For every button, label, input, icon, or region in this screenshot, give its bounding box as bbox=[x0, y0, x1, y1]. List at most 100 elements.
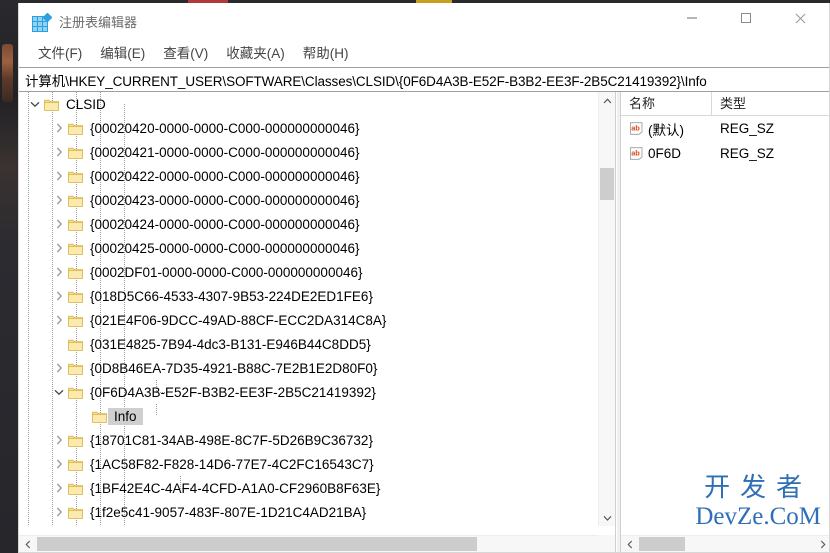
chevron-right-icon[interactable] bbox=[51, 308, 67, 332]
tree-item[interactable]: CLSID bbox=[19, 92, 597, 116]
chevron-down-icon[interactable] bbox=[51, 380, 67, 404]
string-value-icon: ab bbox=[629, 147, 644, 160]
tree-item[interactable]: {1BF42E4C-4AF4-4CFD-A1A0-CF2960B8F63E} bbox=[19, 476, 597, 500]
tree-item[interactable]: {00020424-0000-0000-C000-000000000046} bbox=[19, 212, 597, 236]
value-type-cell: REG_SZ bbox=[720, 146, 775, 161]
tree-item-label: {0002DF01-0000-0000-C000-000000000046} bbox=[90, 264, 363, 280]
tree-twisty-placeholder bbox=[75, 404, 91, 428]
scroll-down-icon[interactable] bbox=[599, 509, 615, 526]
tree-item[interactable]: {0002DF01-0000-0000-C000-000000000046} bbox=[19, 260, 597, 284]
column-header-type[interactable]: 类型 bbox=[711, 92, 829, 115]
chevron-right-icon[interactable] bbox=[51, 164, 67, 188]
values-horizontal-scrollbar[interactable] bbox=[621, 535, 829, 552]
tree-item[interactable]: {031E4825-7B94-4dc3-B131-E946B44C8DD5} bbox=[19, 332, 597, 356]
chevron-right-icon[interactable] bbox=[51, 356, 67, 380]
tree-item[interactable]: {1AC58F82-F828-14D6-77E7-4C2FC16543C7} bbox=[19, 452, 597, 476]
chevron-right-icon[interactable] bbox=[51, 500, 67, 524]
folder-icon bbox=[91, 404, 108, 428]
tree-vertical-scrollbar[interactable] bbox=[598, 92, 615, 526]
values-scroll-left-icon[interactable] bbox=[621, 536, 638, 552]
registry-tree[interactable]: CLSID {00020420-0000-0000-C000-0000000000… bbox=[19, 92, 597, 526]
values-scroll-right-icon[interactable] bbox=[814, 536, 829, 552]
tree-item-label: {1f2e5c41-9057-483F-807E-1D21C4AD21BA} bbox=[90, 504, 367, 520]
tree-item-label: {00020423-0000-0000-C000-000000000046} bbox=[90, 192, 360, 208]
tree-rows-container: CLSID {00020420-0000-0000-C000-0000000000… bbox=[19, 92, 597, 526]
values-list-rows: ab (默认) REG_SZab 0F6D REG_SZ bbox=[621, 116, 829, 166]
tree-item[interactable]: {00020423-0000-0000-C000-000000000046} bbox=[19, 188, 597, 212]
folder-icon bbox=[67, 356, 84, 380]
tree-scroll-corner bbox=[598, 535, 615, 552]
chevron-right-icon[interactable] bbox=[51, 140, 67, 164]
chevron-right-icon[interactable] bbox=[51, 188, 67, 212]
value-type-cell: REG_SZ bbox=[720, 121, 775, 136]
chevron-right-icon[interactable] bbox=[51, 428, 67, 452]
menu-item-edit[interactable]: 编辑(E) bbox=[91, 43, 154, 66]
menu-item-file[interactable]: 文件(F) bbox=[29, 43, 91, 66]
chevron-down-icon[interactable] bbox=[27, 92, 43, 116]
tree-item[interactable]: {021E4F06-9DCC-49AD-88CF-ECC2DA314C8A} bbox=[19, 308, 597, 332]
tree-item[interactable]: {00020425-0000-0000-C000-000000000046} bbox=[19, 236, 597, 260]
tree-item[interactable]: {00020421-0000-0000-C000-000000000046} bbox=[19, 140, 597, 164]
chevron-right-icon[interactable] bbox=[51, 284, 67, 308]
values-list-header: 名称 类型 bbox=[621, 92, 829, 116]
value-row[interactable]: ab (默认) REG_SZ bbox=[621, 116, 829, 141]
scroll-up-icon[interactable] bbox=[599, 92, 615, 109]
folder-icon bbox=[67, 380, 84, 404]
minimize-button[interactable] bbox=[669, 3, 715, 33]
address-path-text: 计算机\HKEY_CURRENT_USER\SOFTWARE\Classes\C… bbox=[25, 73, 707, 89]
folder-icon bbox=[67, 428, 84, 452]
folder-icon bbox=[43, 92, 60, 116]
chevron-right-icon[interactable] bbox=[51, 236, 67, 260]
address-bar[interactable]: 计算机\HKEY_CURRENT_USER\SOFTWARE\Classes\C… bbox=[19, 67, 829, 92]
value-name-text: 0F6D bbox=[648, 146, 682, 161]
chevron-right-icon[interactable] bbox=[51, 212, 67, 236]
value-name-cell: ab 0F6D bbox=[621, 146, 711, 161]
tree-item[interactable]: {018D5C66-4533-4307-9B53-224DE2ED1FE6} bbox=[19, 284, 597, 308]
tree-item-label: {1BF42E4C-4AF4-4CFD-A1A0-CF2960B8F63E} bbox=[90, 480, 381, 496]
tree-scroll-thumb[interactable] bbox=[600, 168, 614, 200]
column-header-name[interactable]: 名称 bbox=[621, 92, 711, 115]
registry-tree-pane: CLSID {00020420-0000-0000-C000-0000000000… bbox=[19, 92, 616, 552]
folder-icon bbox=[67, 116, 84, 140]
menu-item-view[interactable]: 查看(V) bbox=[154, 43, 217, 66]
chevron-right-icon[interactable] bbox=[51, 116, 67, 140]
tree-item-label: {18701C81-34AB-498E-8C7F-5D26B9C36732} bbox=[90, 432, 373, 448]
value-row[interactable]: ab 0F6D REG_SZ bbox=[621, 141, 829, 166]
chevron-right-icon[interactable] bbox=[51, 476, 67, 500]
tree-item[interactable]: {1f2e5c41-9057-483F-807E-1D21C4AD21BA} bbox=[19, 500, 597, 524]
tree-item[interactable]: {18701C81-34AB-498E-8C7F-5D26B9C36732} bbox=[19, 428, 597, 452]
desktop-background-left bbox=[0, 0, 18, 553]
tree-hscroll-thumb[interactable] bbox=[37, 537, 477, 551]
tree-item[interactable]: {00020420-0000-0000-C000-000000000046} bbox=[19, 116, 597, 140]
registry-values-pane: 名称 类型 ab (默认) REG_SZab 0F6D REG_SZ 开发者 DevZe… bbox=[621, 92, 829, 552]
tree-item-label: {00020422-0000-0000-C000-000000000046} bbox=[90, 168, 360, 184]
panes-container: CLSID {00020420-0000-0000-C000-0000000000… bbox=[19, 92, 829, 552]
folder-icon bbox=[67, 260, 84, 284]
registry-icon bbox=[32, 12, 53, 32]
close-button[interactable] bbox=[777, 3, 823, 33]
tree-twisty-placeholder bbox=[51, 332, 67, 356]
scroll-left-icon[interactable] bbox=[19, 536, 36, 552]
menu-item-favorites[interactable]: 收藏夹(A) bbox=[217, 43, 294, 66]
chevron-right-icon[interactable] bbox=[51, 260, 67, 284]
tree-item[interactable]: {20894375-46AE-46E2-BAFD-CB38975CDCE6} bbox=[19, 524, 597, 526]
tree-item-label: {0F6D4A3B-E52F-B3B2-EE3F-2B5C21419392} bbox=[90, 384, 376, 400]
watermark-chinese-text: 开发者 bbox=[704, 473, 813, 503]
chevron-right-icon[interactable] bbox=[51, 524, 67, 526]
maximize-icon bbox=[741, 13, 751, 23]
folder-icon bbox=[67, 500, 84, 524]
tree-item[interactable]: {00020422-0000-0000-C000-000000000046} bbox=[19, 164, 597, 188]
svg-text:ab: ab bbox=[631, 149, 640, 158]
tree-horizontal-scrollbar[interactable] bbox=[19, 535, 614, 552]
values-hscroll-thumb[interactable] bbox=[639, 537, 685, 551]
watermark-latin-text: DevZe.CoM bbox=[695, 503, 821, 530]
chevron-right-icon[interactable] bbox=[51, 452, 67, 476]
tree-item[interactable]: {0D8B46EA-7D35-4921-B88C-7E2B1E2D80F0} bbox=[19, 356, 597, 380]
window-title: 注册表编辑器 bbox=[59, 15, 138, 30]
tree-item[interactable]: Info bbox=[19, 404, 597, 428]
tree-item-label: {00020420-0000-0000-C000-000000000046} bbox=[90, 120, 360, 136]
folder-icon bbox=[67, 308, 84, 332]
maximize-button[interactable] bbox=[723, 3, 769, 33]
menu-item-help[interactable]: 帮助(H) bbox=[294, 43, 358, 66]
tree-item[interactable]: {0F6D4A3B-E52F-B3B2-EE3F-2B5C21419392} bbox=[19, 380, 597, 404]
